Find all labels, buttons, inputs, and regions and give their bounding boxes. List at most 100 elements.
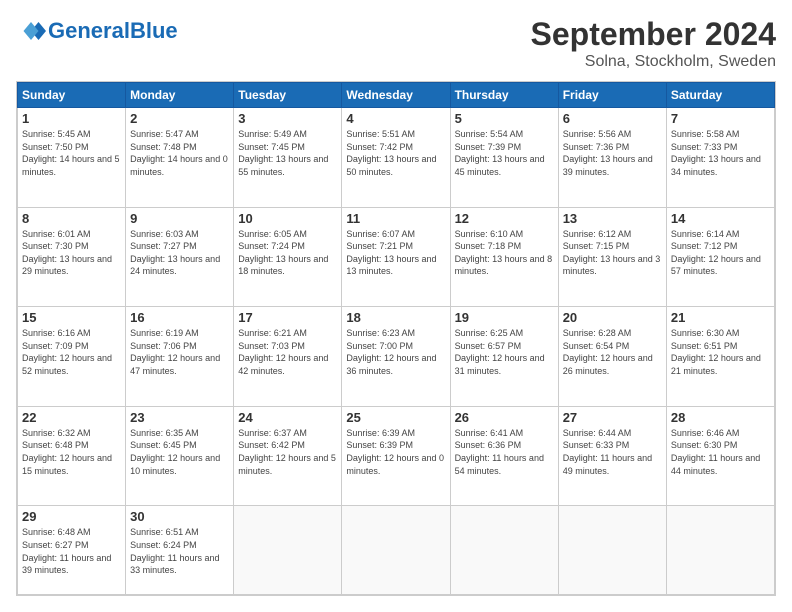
sunrise-text: Sunrise: 6:48 AM bbox=[22, 526, 121, 539]
sunset-text: Sunset: 7:50 PM bbox=[22, 141, 121, 154]
calendar-cell: 22Sunrise: 6:32 AMSunset: 6:48 PMDayligh… bbox=[18, 406, 126, 506]
sunset-text: Sunset: 6:57 PM bbox=[455, 340, 554, 353]
day-info: Sunrise: 6:44 AMSunset: 6:33 PMDaylight:… bbox=[563, 427, 662, 477]
day-number: 12 bbox=[455, 211, 554, 226]
daylight-text: Daylight: 12 hours and 31 minutes. bbox=[455, 352, 554, 377]
daylight-text: Daylight: 11 hours and 33 minutes. bbox=[130, 552, 229, 577]
sunrise-text: Sunrise: 5:58 AM bbox=[671, 128, 770, 141]
day-number: 21 bbox=[671, 310, 770, 325]
day-of-week-header: Tuesday bbox=[234, 83, 342, 108]
day-number: 7 bbox=[671, 111, 770, 126]
calendar-cell bbox=[234, 506, 342, 595]
sunrise-text: Sunrise: 6:03 AM bbox=[130, 228, 229, 241]
sunrise-text: Sunrise: 6:46 AM bbox=[671, 427, 770, 440]
daylight-text: Daylight: 12 hours and 42 minutes. bbox=[238, 352, 337, 377]
day-number: 15 bbox=[22, 310, 121, 325]
day-info: Sunrise: 6:07 AMSunset: 7:21 PMDaylight:… bbox=[346, 228, 445, 278]
page: GeneralBlue September 2024 Solna, Stockh… bbox=[0, 0, 792, 612]
calendar-cell bbox=[558, 506, 666, 595]
day-number: 9 bbox=[130, 211, 229, 226]
sunset-text: Sunset: 6:30 PM bbox=[671, 439, 770, 452]
calendar-cell: 4Sunrise: 5:51 AMSunset: 7:42 PMDaylight… bbox=[342, 108, 450, 208]
day-number: 6 bbox=[563, 111, 662, 126]
logo-blue: Blue bbox=[130, 18, 178, 43]
calendar-cell: 20 Sunrise: 6:28 AMSunset: 6:54 PMDayligh… bbox=[558, 307, 666, 407]
day-info: Sunrise: 6:03 AMSunset: 7:27 PMDaylight:… bbox=[130, 228, 229, 278]
sunset-text: Sunset: 7:06 PM bbox=[130, 340, 229, 353]
calendar-cell: 23Sunrise: 6:35 AMSunset: 6:45 PMDayligh… bbox=[126, 406, 234, 506]
day-info: Sunrise: 6:28 AMSunset: 6:54 PMDaylight:… bbox=[563, 327, 662, 377]
daylight-text: Daylight: 11 hours and 49 minutes. bbox=[563, 452, 662, 477]
sunset-text: Sunset: 7:42 PM bbox=[346, 141, 445, 154]
daylight-text: Daylight: 13 hours and 13 minutes. bbox=[346, 253, 445, 278]
sunrise-text: Sunrise: 6:25 AM bbox=[455, 327, 554, 340]
day-info: Sunrise: 5:49 AMSunset: 7:45 PMDaylight:… bbox=[238, 128, 337, 178]
sunrise-text: Sunrise: 6:16 AM bbox=[22, 327, 121, 340]
sunset-text: Sunset: 6:24 PM bbox=[130, 539, 229, 552]
day-info: Sunrise: 6:19 AMSunset: 7:06 PMDaylight:… bbox=[130, 327, 229, 377]
daylight-text: Daylight: 13 hours and 39 minutes. bbox=[563, 153, 662, 178]
sunset-text: Sunset: 7:12 PM bbox=[671, 240, 770, 253]
calendar-cell: 21 Sunrise: 6:30 AMSunset: 6:51 PMDayligh… bbox=[666, 307, 774, 407]
sunset-text: Sunset: 6:51 PM bbox=[671, 340, 770, 353]
daylight-text: Daylight: 11 hours and 44 minutes. bbox=[671, 452, 770, 477]
sunrise-text: Sunrise: 6:14 AM bbox=[671, 228, 770, 241]
day-number: 20 bbox=[563, 310, 662, 325]
sunrise-text: Sunrise: 6:10 AM bbox=[455, 228, 554, 241]
sunrise-text: Sunrise: 5:51 AM bbox=[346, 128, 445, 141]
sunset-text: Sunset: 6:33 PM bbox=[563, 439, 662, 452]
daylight-text: Daylight: 12 hours and 15 minutes. bbox=[22, 452, 121, 477]
day-number: 3 bbox=[238, 111, 337, 126]
daylight-text: Daylight: 14 hours and 0 minutes. bbox=[130, 153, 229, 178]
sunset-text: Sunset: 7:27 PM bbox=[130, 240, 229, 253]
sunset-text: Sunset: 7:21 PM bbox=[346, 240, 445, 253]
sunrise-text: Sunrise: 6:23 AM bbox=[346, 327, 445, 340]
logo: GeneralBlue bbox=[16, 16, 178, 46]
sunrise-text: Sunrise: 6:41 AM bbox=[455, 427, 554, 440]
calendar-cell: 1Sunrise: 5:45 AMSunset: 7:50 PMDaylight… bbox=[18, 108, 126, 208]
day-number: 4 bbox=[346, 111, 445, 126]
day-number: 25 bbox=[346, 410, 445, 425]
calendar-cell: 16Sunrise: 6:19 AMSunset: 7:06 PMDayligh… bbox=[126, 307, 234, 407]
sunrise-text: Sunrise: 6:37 AM bbox=[238, 427, 337, 440]
calendar-cell: 14Sunrise: 6:14 AMSunset: 7:12 PMDayligh… bbox=[666, 207, 774, 307]
day-number: 13 bbox=[563, 211, 662, 226]
calendar-week-row: 15Sunrise: 6:16 AMSunset: 7:09 PMDayligh… bbox=[18, 307, 775, 407]
sunrise-text: Sunrise: 6:39 AM bbox=[346, 427, 445, 440]
day-info: Sunrise: 6:41 AMSunset: 6:36 PMDaylight:… bbox=[455, 427, 554, 477]
calendar-cell bbox=[450, 506, 558, 595]
header: GeneralBlue September 2024 Solna, Stockh… bbox=[16, 16, 776, 71]
calendar-header: SundayMondayTuesdayWednesdayThursdayFrid… bbox=[18, 83, 775, 108]
calendar-week-row: 8Sunrise: 6:01 AMSunset: 7:30 PMDaylight… bbox=[18, 207, 775, 307]
calendar-cell: 18Sunrise: 6:23 AMSunset: 7:00 PMDayligh… bbox=[342, 307, 450, 407]
daylight-text: Daylight: 14 hours and 5 minutes. bbox=[22, 153, 121, 178]
day-of-week-header: Monday bbox=[126, 83, 234, 108]
daylight-text: Daylight: 12 hours and 5 minutes. bbox=[238, 452, 337, 477]
sunset-text: Sunset: 7:24 PM bbox=[238, 240, 337, 253]
calendar-cell: 2Sunrise: 5:47 AMSunset: 7:48 PMDaylight… bbox=[126, 108, 234, 208]
sub-title: Solna, Stockholm, Sweden bbox=[531, 53, 776, 71]
sunrise-text: Sunrise: 5:45 AM bbox=[22, 128, 121, 141]
daylight-text: Daylight: 11 hours and 39 minutes. bbox=[22, 552, 121, 577]
logo-icon bbox=[16, 16, 46, 46]
day-number: 2 bbox=[130, 111, 229, 126]
daylight-text: Daylight: 12 hours and 0 minutes. bbox=[346, 452, 445, 477]
day-info: Sunrise: 6:48 AMSunset: 6:27 PMDaylight:… bbox=[22, 526, 121, 576]
calendar-cell: 15Sunrise: 6:16 AMSunset: 7:09 PMDayligh… bbox=[18, 307, 126, 407]
day-number: 11 bbox=[346, 211, 445, 226]
sunrise-text: Sunrise: 6:19 AM bbox=[130, 327, 229, 340]
day-of-week-header: Saturday bbox=[666, 83, 774, 108]
calendar-cell bbox=[342, 506, 450, 595]
sunset-text: Sunset: 6:48 PM bbox=[22, 439, 121, 452]
sunset-text: Sunset: 6:39 PM bbox=[346, 439, 445, 452]
day-info: Sunrise: 5:58 AMSunset: 7:33 PMDaylight:… bbox=[671, 128, 770, 178]
sunset-text: Sunset: 6:45 PM bbox=[130, 439, 229, 452]
daylight-text: Daylight: 12 hours and 21 minutes. bbox=[671, 352, 770, 377]
daylight-text: Daylight: 13 hours and 29 minutes. bbox=[22, 253, 121, 278]
sunrise-text: Sunrise: 6:07 AM bbox=[346, 228, 445, 241]
calendar-cell: 6Sunrise: 5:56 AMSunset: 7:36 PMDaylight… bbox=[558, 108, 666, 208]
sunrise-text: Sunrise: 6:30 AM bbox=[671, 327, 770, 340]
day-number: 8 bbox=[22, 211, 121, 226]
calendar-cell: 19Sunrise: 6:25 AMSunset: 6:57 PMDayligh… bbox=[450, 307, 558, 407]
day-number: 22 bbox=[22, 410, 121, 425]
